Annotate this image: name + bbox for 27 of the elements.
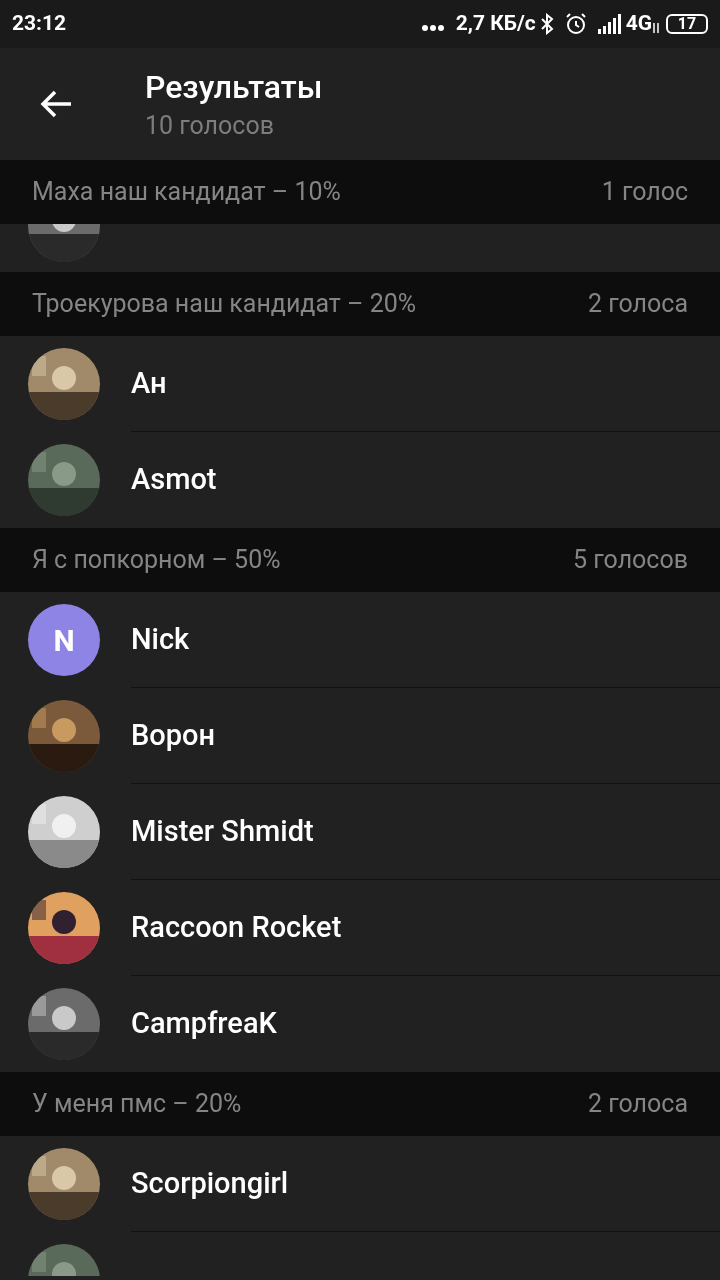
back-icon — [39, 89, 73, 119]
voter-name: CampfreaK — [131, 1005, 277, 1043]
voter-name: Scorpiongirl — [131, 1164, 289, 1202]
network-type: 4G — [625, 10, 652, 38]
more-icon — [421, 25, 444, 31]
subtitle: 10 голосов — [145, 110, 275, 142]
voter-name: Asmot — [131, 461, 217, 499]
option-label: Маха наш кандидат – 10% — [32, 176, 341, 209]
voter-name: Raccoon Rocket — [131, 908, 342, 946]
vote-count: 2 голоса — [588, 1088, 688, 1121]
signal-icon — [597, 14, 622, 34]
title: Результаты — [145, 67, 323, 108]
battery: 17 — [666, 14, 708, 34]
vote-count: 2 голоса — [588, 288, 688, 321]
voter-name: Nick — [131, 620, 190, 658]
voter-name: Mister Shmidt — [131, 812, 314, 850]
network-speed: 2,7 КБ/с — [455, 10, 536, 38]
vote-count: 5 голосов — [573, 544, 688, 577]
option-label: Я с попкорном – 50% — [32, 544, 281, 577]
clock: 23:12 — [12, 10, 67, 38]
voter-name: Ворон — [131, 716, 216, 754]
avatar: N — [28, 604, 100, 676]
vote-count: 1 голос — [601, 176, 688, 209]
bluetooth-icon — [539, 13, 554, 35]
option-label: У меня пмс – 20% — [32, 1088, 242, 1121]
voter-name: Ан — [131, 364, 167, 402]
option-label: Троекурова наш кандидат – 20% — [32, 288, 417, 321]
